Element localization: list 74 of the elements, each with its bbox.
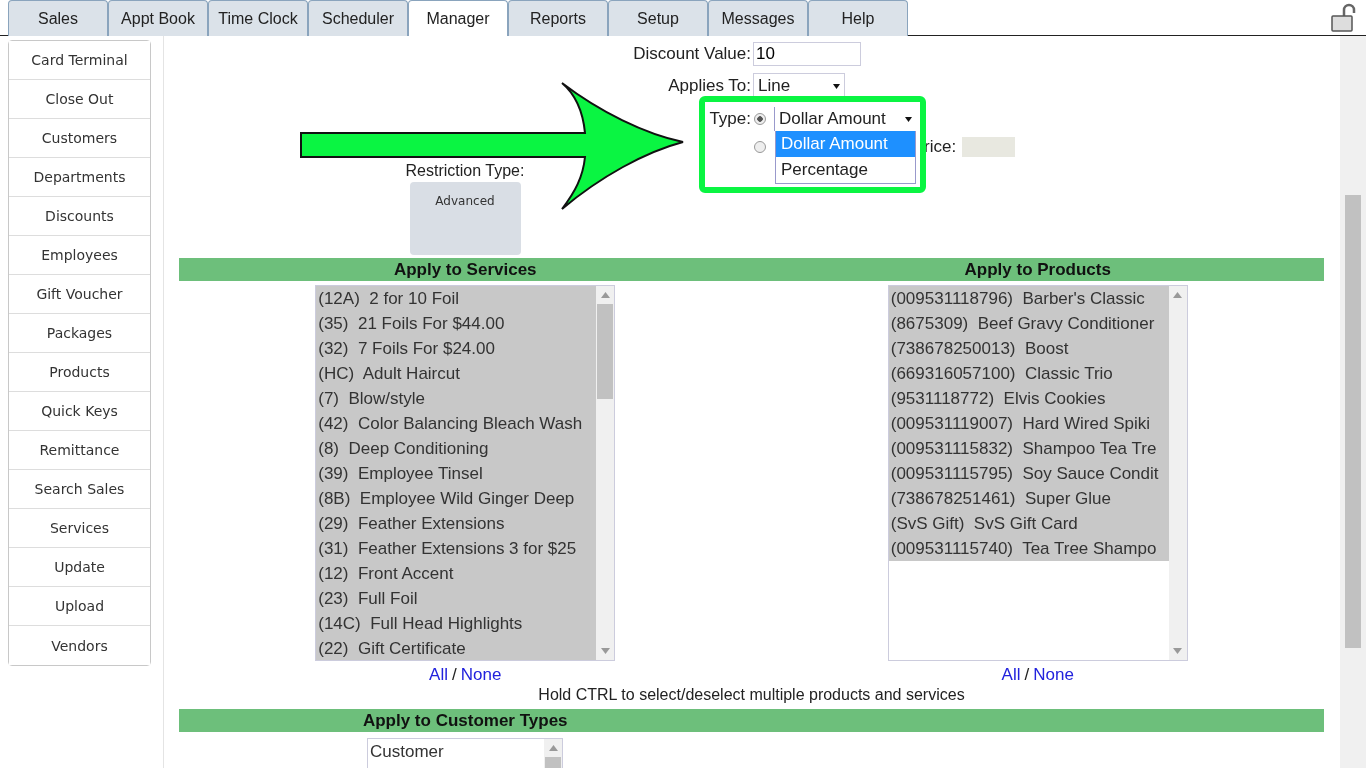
list-option[interactable]: (009531115795) Soy Sauce Condit — [888, 461, 1169, 486]
separator: / — [1024, 665, 1030, 685]
list-option[interactable]: (SvS Gift) SvS Gift Card — [888, 511, 1169, 536]
scroll-down-icon[interactable] — [600, 648, 610, 654]
list-option[interactable]: (32) 7 Foils For $24.00 — [316, 336, 597, 361]
list-option[interactable]: (009531115832) Shampoo Tea Tre — [888, 436, 1169, 461]
list-option[interactable]: (42) Color Balancing Bleach Wash — [316, 411, 597, 436]
list-option[interactable]: (738678250013) Boost — [888, 336, 1169, 361]
nav-tab[interactable]: Time Clock — [208, 0, 308, 36]
list-option[interactable]: (9531118772) Elvis Cookies — [888, 386, 1169, 411]
list-option[interactable]: (738678251461) Super Glue — [888, 486, 1169, 511]
list-option[interactable]: (669316057100) Classic Trio — [888, 361, 1169, 386]
scrollbar[interactable] — [1340, 36, 1366, 768]
list-option[interactable]: (39) Employee Tinsel — [316, 461, 597, 486]
advanced-button[interactable]: Advanced — [409, 182, 521, 255]
caret-icon — [833, 83, 840, 89]
customer-types-list[interactable]: Customer — [367, 738, 563, 768]
list-option[interactable]: (14C) Full Head Highlights — [316, 611, 597, 636]
scroll-up-icon[interactable] — [548, 745, 558, 751]
list-option[interactable]: (23) Full Foil — [316, 586, 597, 611]
scroll-down-icon[interactable] — [1173, 648, 1183, 654]
list-option[interactable]: (12) Front Accent — [316, 561, 597, 586]
sidebar-item[interactable]: Card Terminal — [9, 41, 150, 80]
nav-tab[interactable]: Scheduler — [308, 0, 408, 36]
list-option[interactable]: (8) Deep Conditioning — [316, 436, 597, 461]
caret-icon — [905, 116, 912, 122]
padlock-icon[interactable] — [1330, 3, 1358, 33]
field-label: Type: — [708, 109, 751, 129]
list-option[interactable]: (12A) 2 for 10 Foil — [316, 286, 597, 311]
price-field — [962, 137, 1016, 157]
section-header: Apply to Products — [963, 259, 1112, 281]
nav-tab[interactable]: Setup — [608, 0, 708, 36]
restriction-type-label: Restriction Type: — [405, 162, 525, 180]
scrollbar[interactable] — [1168, 286, 1187, 660]
separator: / — [452, 665, 457, 685]
select-all-link[interactable]: All — [429, 665, 448, 685]
scroll-up-icon[interactable] — [600, 292, 610, 298]
list-option[interactable]: (31) Feather Extensions 3 for $25 — [316, 536, 597, 561]
list-option[interactable]: (7) Blow/style — [316, 386, 597, 411]
nav-tab[interactable]: Reports — [508, 0, 608, 36]
multi-select-list[interactable] — [315, 285, 616, 661]
list-option[interactable]: (009531118796) Barber's Classic — [888, 286, 1169, 311]
field-label: Discount Value: — [632, 44, 751, 64]
applies-to-select[interactable]: Line — [753, 73, 845, 99]
scroll-up-icon[interactable] — [1173, 292, 1183, 298]
field-label: Applies To: — [667, 76, 751, 96]
nav-tab[interactable]: Manager — [408, 0, 508, 36]
section-header: Apply to Customer Types — [361, 710, 569, 732]
discount-value-field[interactable]: 10 — [753, 42, 861, 66]
dropdown-option[interactable]: Percentage — [776, 157, 915, 183]
list-option[interactable]: (8B) Employee Wild Ginger Deep — [316, 486, 597, 511]
list-option[interactable]: (009531115740) Tea Tree Shampo — [888, 536, 1169, 561]
hint-text: Hold CTRL to select/deselect multiple products and services — [537, 686, 966, 705]
radio-button[interactable] — [754, 113, 766, 125]
select-none-link[interactable]: None — [1033, 665, 1074, 685]
list-option[interactable]: (8675309) Beef Gravy Conditioner — [888, 311, 1169, 336]
scrollbar[interactable] — [596, 286, 615, 660]
select-none-link[interactable]: None — [460, 665, 502, 685]
radio-button[interactable] — [754, 141, 766, 153]
list-option[interactable]: (35) 21 Foils For $44.00 — [316, 311, 597, 336]
list-option[interactable]: (22) Gift Certificate — [316, 636, 597, 660]
list-option[interactable]: (009531119007) Hard Wired Spiki — [888, 411, 1169, 436]
list-option[interactable]: (29) Feather Extensions — [316, 511, 597, 536]
nav-tab[interactable]: Sales — [8, 0, 108, 36]
list-option[interactable]: Customer — [368, 739, 544, 764]
nav-tab[interactable]: Appt Book — [108, 0, 208, 36]
select-all-link[interactable]: All — [1001, 665, 1021, 685]
multi-select-list[interactable] — [887, 285, 1188, 661]
scrollbar-thumb[interactable] — [597, 304, 614, 399]
scrollbar-thumb[interactable] — [1345, 195, 1361, 648]
section-header: Apply to Services — [392, 259, 538, 281]
nav-tab[interactable]: Messages — [708, 0, 808, 36]
nav-tab[interactable]: Help — [808, 0, 908, 36]
list-option[interactable]: (HC) Adult Haircut — [316, 361, 597, 386]
